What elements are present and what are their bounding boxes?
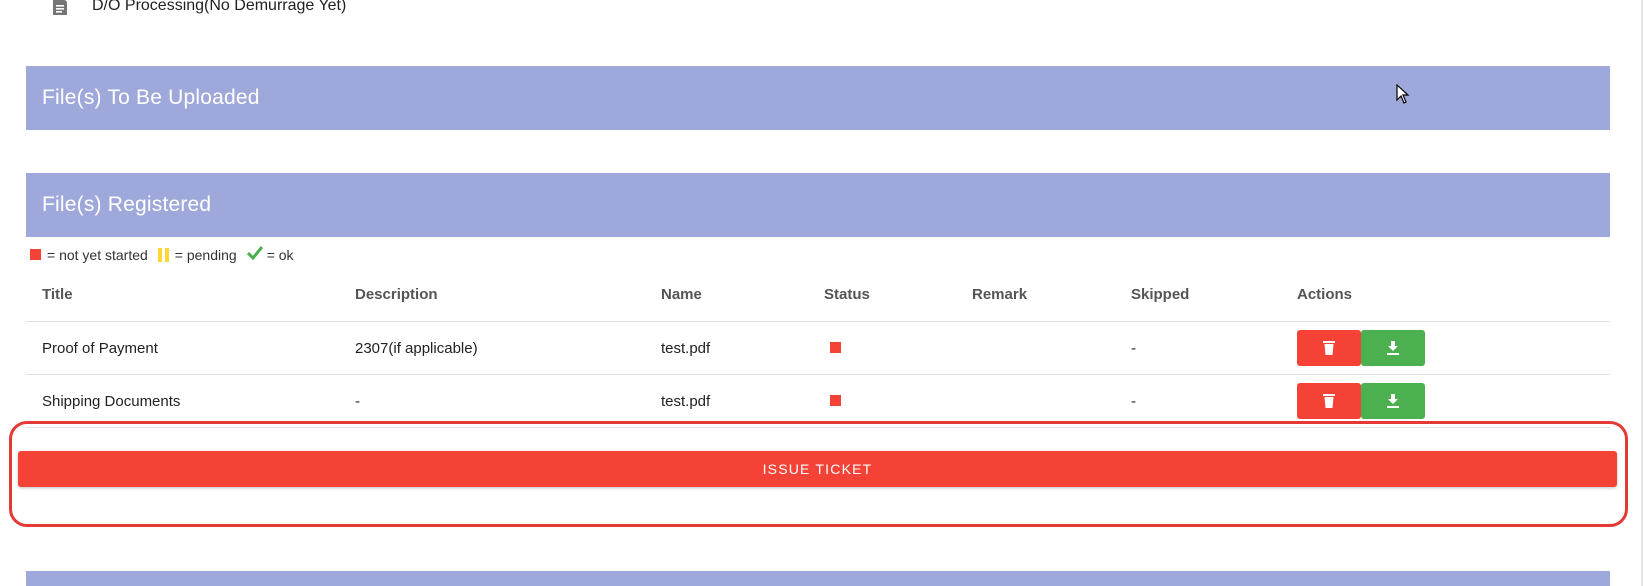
status-text: D/O Processing(No Demurrage Yet) [92, 0, 347, 14]
legend-not-started: = not yet started [47, 246, 148, 263]
download-icon [1387, 394, 1399, 408]
ok-check-icon [246, 246, 263, 263]
cell-skipped: - [1131, 339, 1136, 357]
table-header: Title Description Name Status Remark Ski… [26, 268, 1610, 322]
cell-status [824, 393, 972, 410]
upload-panel-title: File(s) To Be Uploaded [42, 86, 260, 109]
issue-ticket-button[interactable]: ISSUE TICKET [18, 451, 1617, 487]
registered-panel-title: File(s) Registered [42, 193, 212, 216]
cell-title: Shipping Documents [42, 392, 181, 410]
table-row: Proof of Payment 2307(if applicable) tes… [26, 322, 1610, 375]
cell-description: 2307(if applicable) [355, 339, 478, 357]
cell-status [824, 340, 972, 357]
registered-panel-header[interactable]: File(s) Registered [26, 173, 1610, 237]
col-status[interactable]: Status [824, 286, 972, 303]
download-icon [1387, 341, 1399, 355]
cell-description: - [355, 392, 360, 410]
document-icon [52, 0, 68, 16]
col-skipped[interactable]: Skipped [1131, 286, 1297, 303]
delete-button[interactable] [1297, 330, 1361, 366]
cell-actions [1297, 330, 1610, 366]
col-name[interactable]: Name [661, 286, 824, 303]
cell-skipped: - [1131, 392, 1136, 410]
page: D/O Processing(No Demurrage Yet) File(s)… [0, 0, 1643, 586]
pending-pause-icon [157, 247, 169, 262]
files-table: Title Description Name Status Remark Ski… [26, 268, 1610, 428]
cell-name: test.pdf [661, 339, 711, 357]
next-panel-header [26, 571, 1610, 586]
cell-name: test.pdf [661, 392, 711, 410]
mouse-cursor-icon [1396, 83, 1410, 109]
col-description[interactable]: Description [355, 286, 661, 303]
status-not-started-icon [830, 341, 841, 353]
not-started-square-icon [30, 249, 41, 260]
trash-icon [1323, 341, 1335, 355]
trash-icon [1323, 394, 1335, 408]
legend-pending: = pending [174, 246, 237, 263]
top-status: D/O Processing(No Demurrage Yet) [52, 0, 346, 18]
legend-ok: = ok [266, 246, 294, 263]
col-title[interactable]: Title [26, 286, 355, 303]
status-legend: = not yet started = pending = ok [30, 246, 296, 263]
upload-panel-header[interactable]: File(s) To Be Uploaded [26, 66, 1610, 130]
cell-actions [1297, 383, 1610, 419]
col-remark[interactable]: Remark [972, 286, 1131, 303]
status-not-started-icon [830, 394, 841, 406]
col-actions: Actions [1297, 286, 1353, 303]
cell-title: Proof of Payment [42, 339, 158, 357]
download-button[interactable] [1361, 330, 1425, 366]
delete-button[interactable] [1297, 383, 1361, 419]
download-button[interactable] [1361, 383, 1425, 419]
